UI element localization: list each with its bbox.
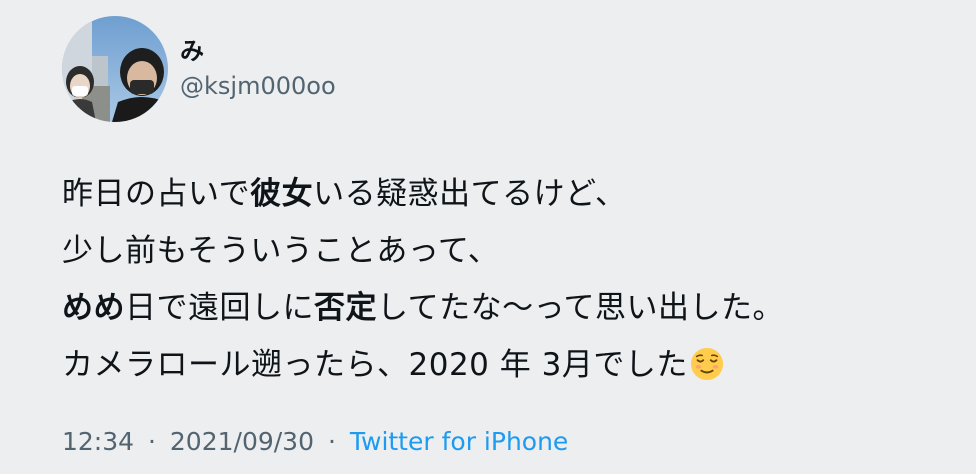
display-name[interactable]: み (180, 36, 336, 66)
bold-text-segment: めめ (62, 290, 125, 326)
text-segment: 日で遠回しに (125, 290, 314, 326)
tweet-card: み @ksjm000oo 昨日の占いで彼女いる疑惑出てるけど、少し前もそういうこ… (0, 0, 976, 474)
avatar-photo (62, 16, 168, 122)
text-segment: してたな〜って思い出した。 (377, 290, 785, 326)
avatar[interactable] (62, 16, 168, 122)
bold-text-segment: 彼女 (250, 176, 314, 212)
tweet-header: み @ksjm000oo (62, 16, 336, 122)
user-handle[interactable]: @ksjm000oo (180, 70, 336, 102)
bold-text-segment: 否定 (314, 290, 377, 326)
text-segment: 少し前もそういうことあって、 (62, 233, 500, 269)
text-segment: いる疑惑出てるけど、 (313, 176, 627, 212)
text-segment: 昨日の占いで (62, 176, 251, 212)
meta-separator: · (327, 427, 336, 456)
tweet-text-line: カメラロール遡ったら、2020 年 3月でした (62, 337, 962, 394)
meta-separator: · (148, 427, 156, 456)
tweet-text: 昨日の占いで彼女いる疑惑出てるけど、 少し前もそういうことあって、 めめ日で遠回しに… (62, 166, 962, 394)
tweet-source-link[interactable]: Twitter for iPhone (350, 427, 568, 456)
text-segment: カメラロール遡ったら、2020 年 3月でした (62, 347, 688, 383)
tweet-text-line: 昨日の占いで彼女いる疑惑出てるけど、 (62, 166, 962, 223)
tweet-meta: 12:34 · 2021/09/30 · Twitter for iPhone (62, 426, 568, 458)
tweet-text-line: めめ日で遠回しに否定してたな〜って思い出した。 (62, 280, 962, 337)
user-names: み @ksjm000oo (180, 16, 336, 122)
tweet-text-line: 少し前もそういうことあって、 (62, 223, 962, 280)
relieved-face-icon (690, 347, 723, 381)
tweet-date[interactable]: 2021/09/30 (170, 427, 314, 456)
tweet-time[interactable]: 12:34 (62, 427, 134, 456)
